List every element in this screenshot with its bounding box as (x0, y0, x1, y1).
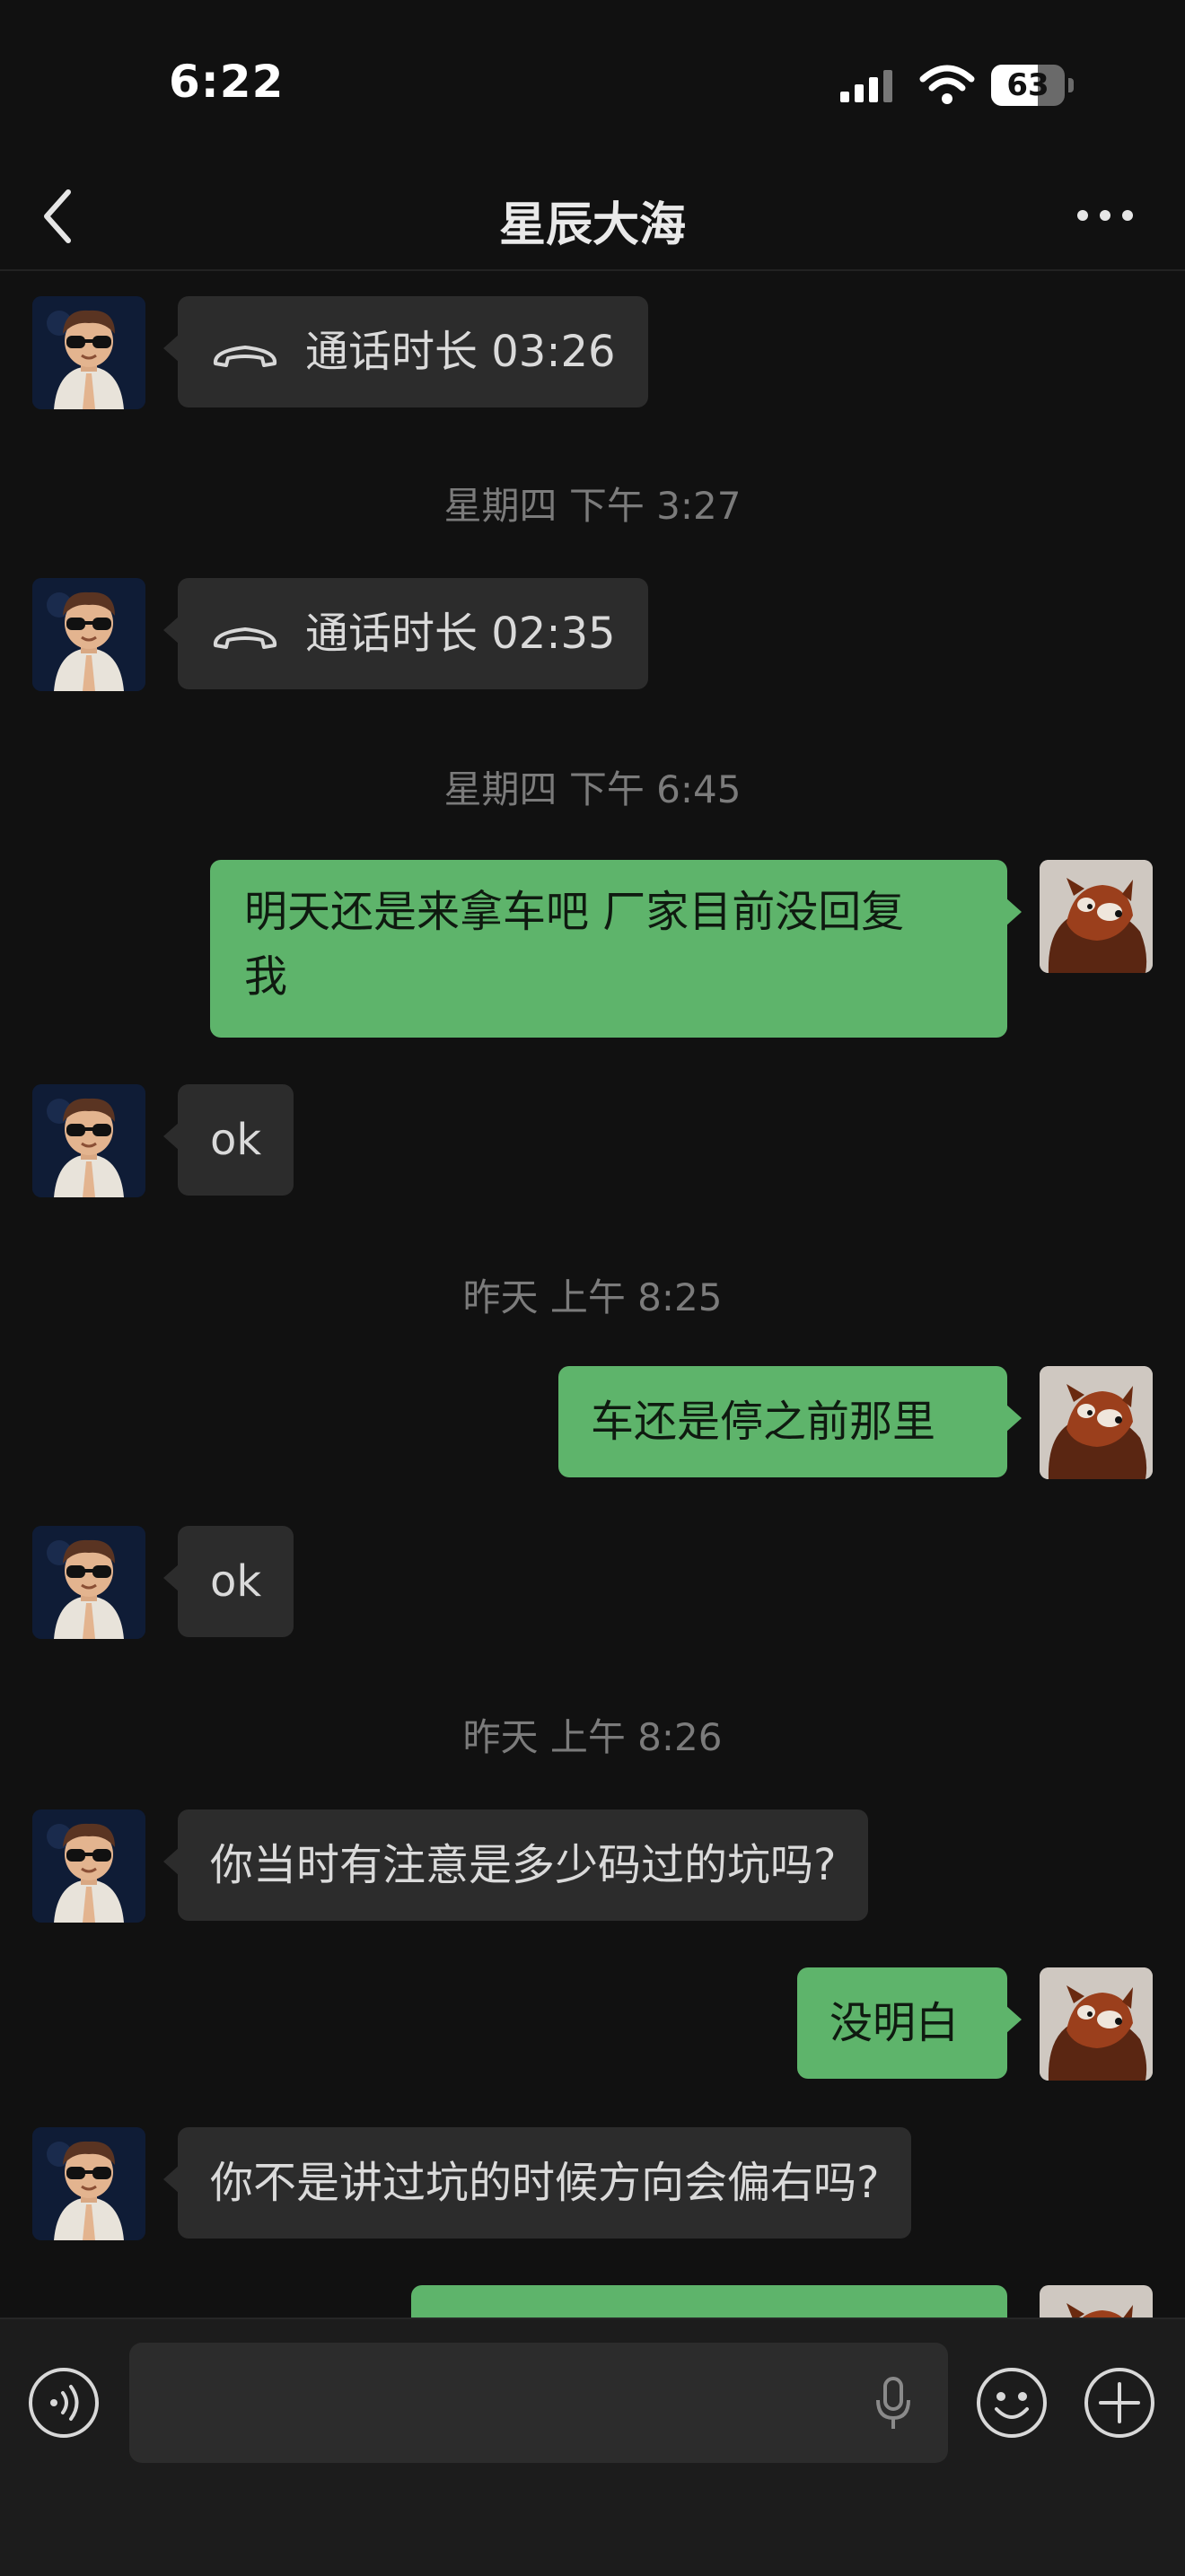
phone-handset-icon (210, 337, 280, 372)
chat-title: 星辰大海 (498, 198, 686, 252)
wifi-icon (919, 65, 975, 104)
my-avatar[interactable] (1040, 1967, 1153, 2081)
call-duration-text: 通话时长 03:26 (305, 327, 616, 377)
voice-mode-icon[interactable] (27, 2366, 101, 2440)
call-duration-text: 通话时长 02:35 (305, 609, 616, 659)
contact-avatar[interactable] (32, 578, 145, 691)
status-time: 6:22 (169, 56, 285, 108)
battery-indicator: 63 (991, 65, 1074, 106)
battery-percent: 63 (1006, 67, 1049, 103)
received-message-bubble[interactable]: 你不是讲过坑的时候方向会偏右吗? (162, 2127, 912, 2239)
message-line: 我 (244, 951, 288, 1002)
my-avatar[interactable] (1040, 1366, 1153, 1479)
received-message-bubble[interactable]: 你当时有注意是多少码过的坑吗? (162, 1809, 869, 1921)
timestamp: 星期四 下午 3:27 (443, 484, 742, 528)
timestamp: 昨天 上午 8:26 (462, 1715, 723, 1759)
my-avatar[interactable] (1040, 860, 1153, 973)
status-bar: 6:22 63 (0, 0, 1185, 162)
contact-avatar[interactable] (32, 1084, 145, 1197)
timestamp: 昨天 上午 8:25 (462, 1275, 723, 1319)
sent-message-bubble[interactable]: 车还是停之前那里 (558, 1366, 1022, 1477)
contact-avatar[interactable] (32, 1809, 145, 1923)
received-message-bubble[interactable]: ok (162, 1526, 294, 1637)
my-avatar-partial[interactable] (1040, 2285, 1153, 2318)
microphone-icon[interactable] (873, 2375, 914, 2432)
received-message-bubble[interactable]: ok (162, 1084, 294, 1196)
message-line: 明天还是来拿车吧 厂家目前没回复 (244, 887, 905, 937)
phone-handset-icon (210, 618, 280, 654)
sent-message-bubble[interactable]: 明天还是来拿车吧 厂家目前没回复 我 (210, 860, 1022, 1038)
sent-message-bubble-partial[interactable] (411, 2285, 1022, 2352)
contact-avatar[interactable] (32, 296, 145, 409)
call-record-bubble[interactable]: 通话时长 02:35 (163, 578, 648, 689)
input-toolbar (0, 2318, 1185, 2576)
message-input[interactable] (129, 2343, 948, 2463)
plus-icon[interactable] (1083, 2366, 1156, 2440)
emoji-icon[interactable] (975, 2366, 1049, 2440)
call-record-bubble[interactable]: 通话时长 03:26 (163, 296, 648, 407)
more-icon[interactable] (1074, 188, 1137, 242)
contact-avatar[interactable] (32, 1526, 145, 1639)
chat-header: 星辰大海 (0, 162, 1185, 271)
contact-avatar[interactable] (32, 2127, 145, 2240)
timestamp: 星期四 下午 6:45 (443, 767, 742, 811)
cellular-signal-icon (840, 70, 892, 102)
sent-message-bubble[interactable]: 没明白 (797, 1967, 1022, 2079)
